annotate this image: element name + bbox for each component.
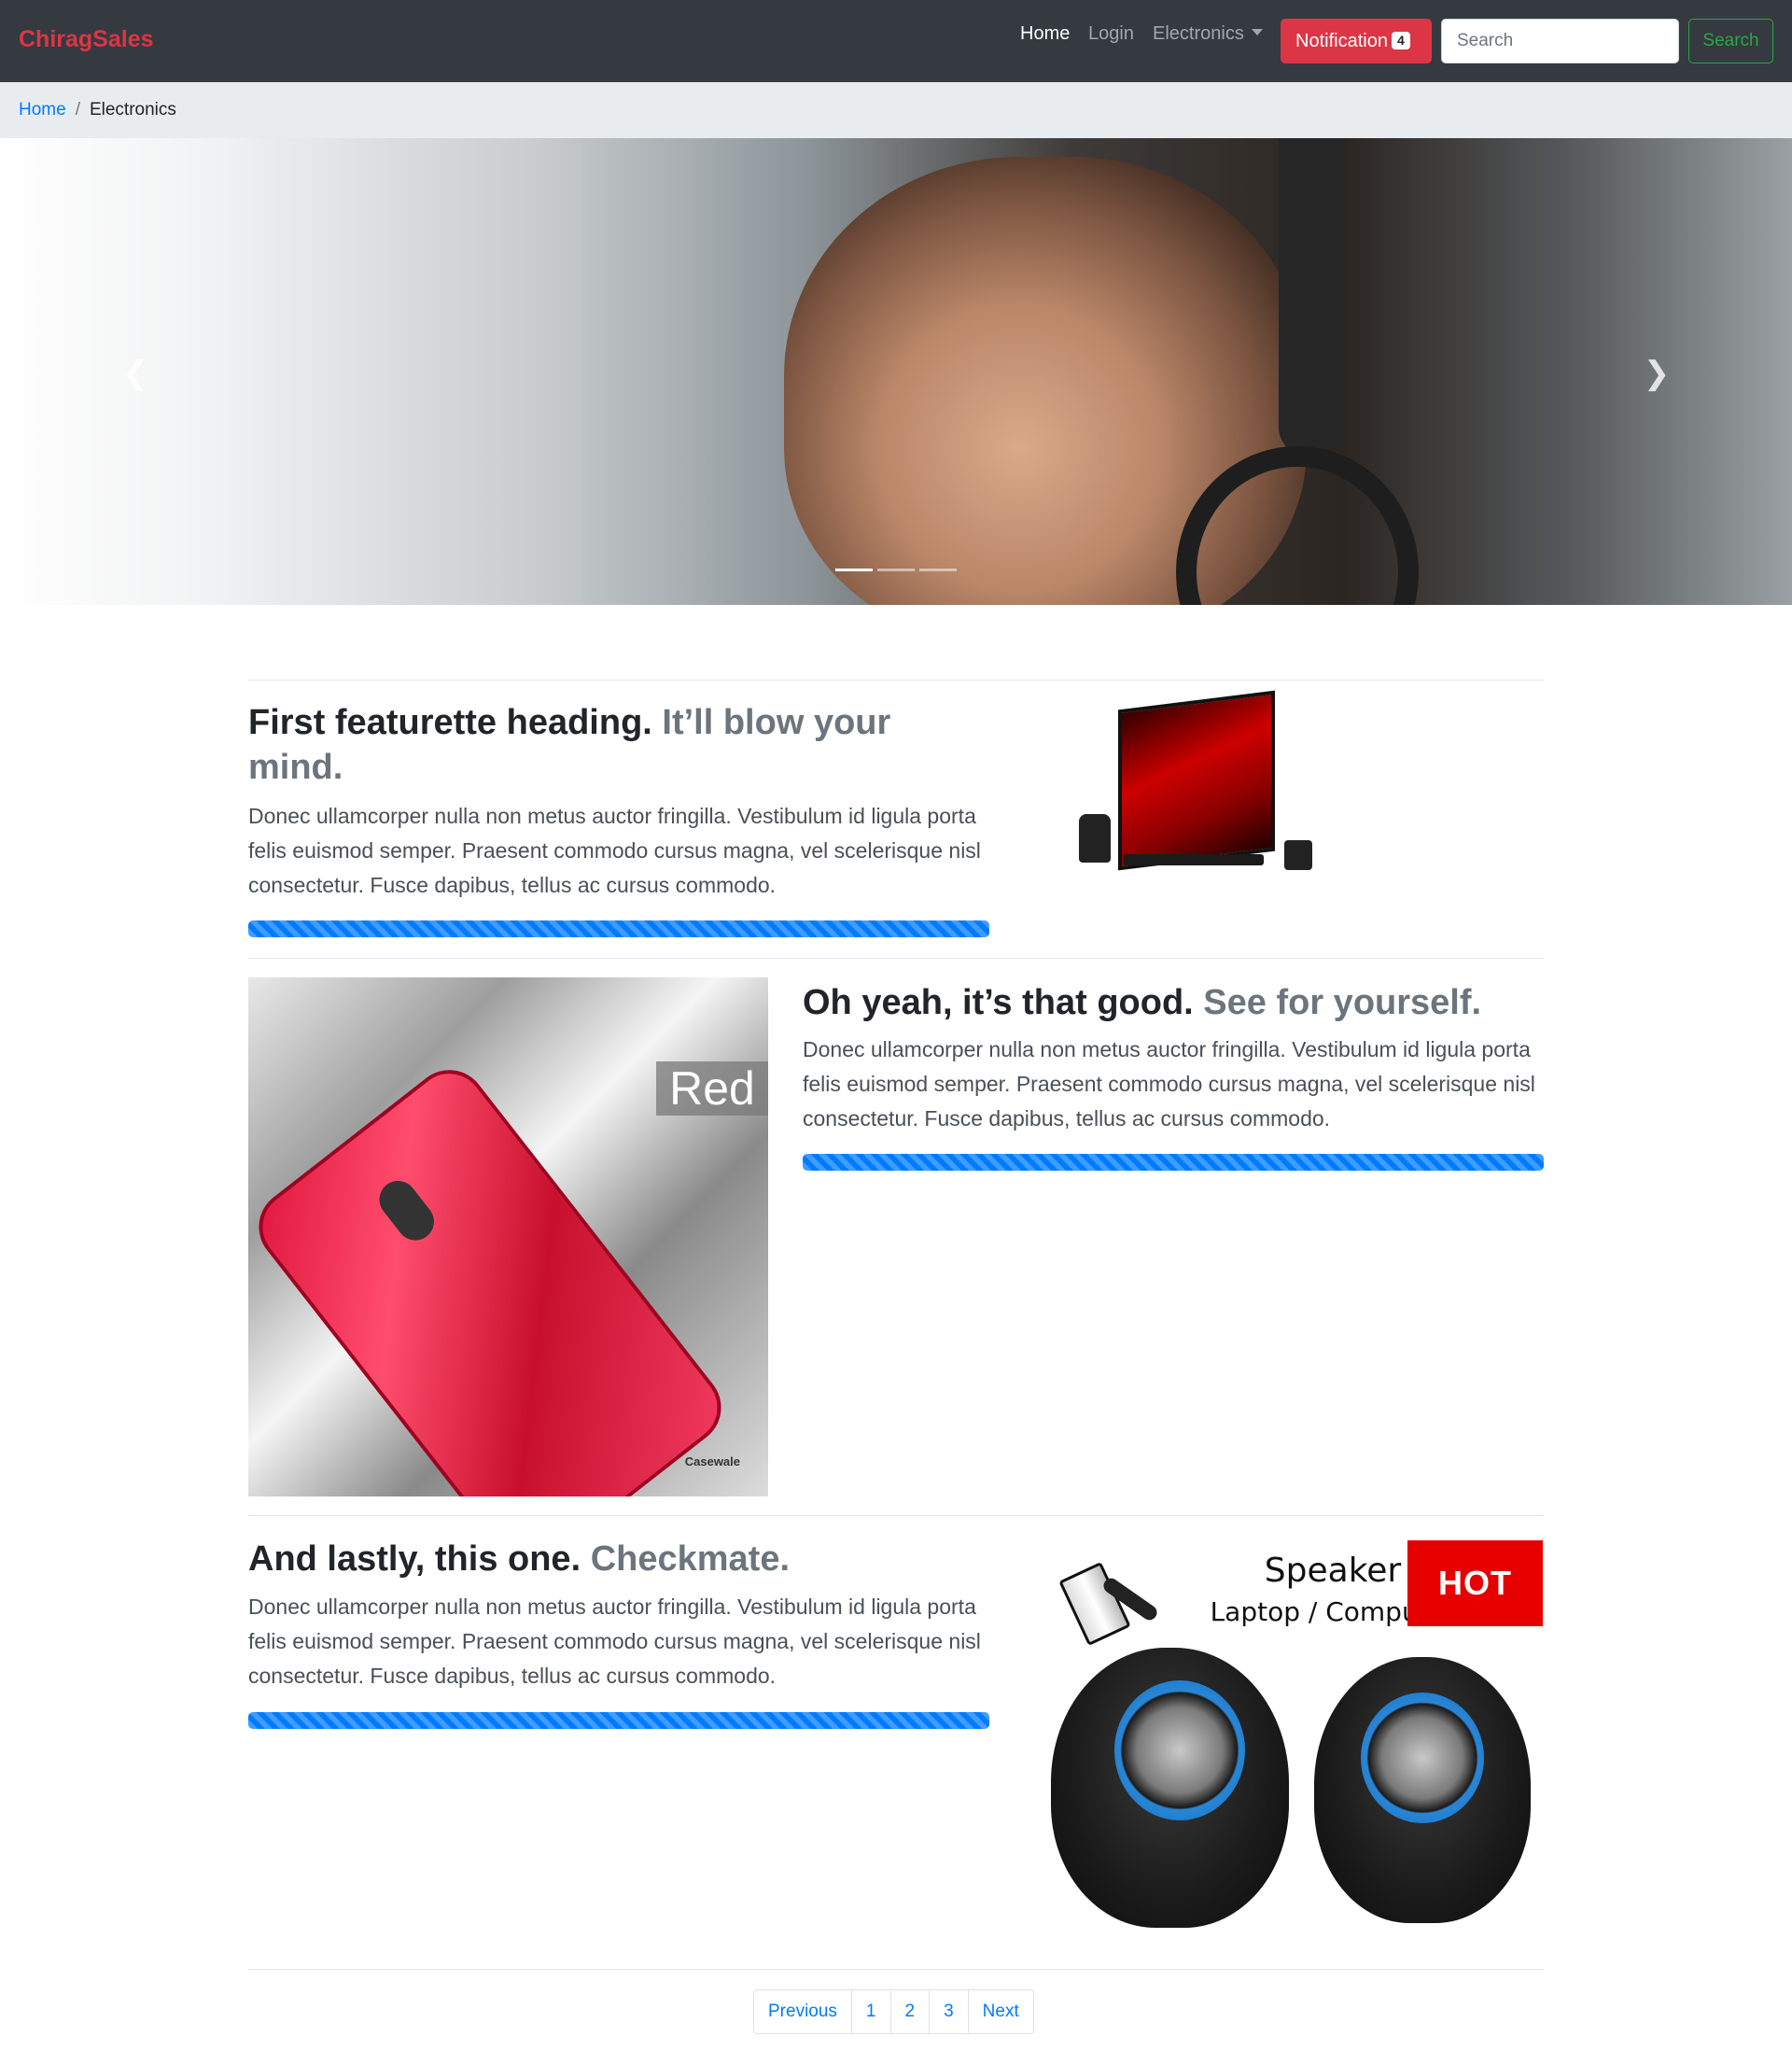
featurette-2-heading-muted: See for yourself. bbox=[1203, 983, 1482, 1022]
phone-case-product-image: Red Casewale bbox=[248, 977, 768, 1496]
pagination-page-1[interactable]: 1 bbox=[850, 1990, 890, 2033]
tv-product-image bbox=[1060, 690, 1331, 878]
featurette-3-progress-bar bbox=[248, 1712, 989, 1729]
hot-badge: HOT bbox=[1407, 1540, 1543, 1626]
hero-carousel: ❮ ❯ bbox=[0, 138, 1792, 605]
nav-home-link[interactable]: Home bbox=[1020, 23, 1070, 45]
featurette-divider bbox=[248, 958, 1544, 959]
featurette-1-heading-main: First featurette heading. bbox=[248, 703, 652, 742]
featurette-divider bbox=[248, 1969, 1544, 1970]
nav-login-link[interactable]: Login bbox=[1088, 23, 1134, 45]
search-button[interactable]: Search bbox=[1688, 19, 1773, 63]
notification-label: Notification bbox=[1295, 31, 1388, 51]
featurette-1-heading: First featurette heading. It’ll blow you… bbox=[248, 700, 976, 790]
breadcrumb: Home / Electronics bbox=[0, 82, 1792, 138]
featurette-divider bbox=[248, 1515, 1544, 1516]
notification-button[interactable]: Notification 4 bbox=[1281, 19, 1432, 63]
phone-image-label: Red bbox=[656, 1061, 768, 1116]
carousel-indicator-3[interactable] bbox=[919, 569, 957, 571]
navbar: ChiragSales Home Login Electronics Notif… bbox=[0, 0, 1792, 82]
notification-count-badge: 4 bbox=[1391, 32, 1410, 50]
carousel-indicator-1[interactable] bbox=[835, 569, 873, 571]
featurette-1-text: Donec ullamcorper nulla non metus auctor… bbox=[248, 804, 981, 897]
speaker-product-image: Speaker Laptop / Computer HOT bbox=[1034, 1531, 1544, 1932]
pagination-page-3[interactable]: 3 bbox=[929, 1990, 968, 2033]
featurette-1-progress-bar bbox=[248, 920, 989, 937]
carousel-indicators bbox=[835, 569, 957, 571]
featurette-3-heading: And lastly, this one. Checkmate. bbox=[248, 1537, 995, 1581]
breadcrumb-active: Electronics bbox=[89, 100, 176, 119]
featurette-2-heading: Oh yeah, it’s that good. See for yoursel… bbox=[803, 980, 1549, 1025]
phone-image-brand: Casewale bbox=[684, 1454, 740, 1468]
featurette-2-text: Donec ullamcorper nulla non metus auctor… bbox=[803, 1037, 1535, 1131]
pagination-previous[interactable]: Previous bbox=[754, 1990, 851, 2033]
breadcrumb-home-link[interactable]: Home bbox=[19, 100, 66, 119]
featurette-3-text: Donec ullamcorper nulla non metus auctor… bbox=[248, 1594, 981, 1688]
pagination: Previous 1 2 3 Next bbox=[753, 1989, 1034, 2034]
featurette-3-heading-main: And lastly, this one. bbox=[248, 1539, 581, 1579]
nav-electronics-dropdown[interactable]: Electronics bbox=[1153, 23, 1263, 45]
speaker-image-title: Speaker bbox=[1264, 1552, 1402, 1590]
search-input[interactable] bbox=[1441, 19, 1679, 63]
nav-electronics-label: Electronics bbox=[1153, 23, 1244, 44]
carousel-next-icon[interactable]: ❯ bbox=[1641, 358, 1673, 389]
pagination-page-2[interactable]: 2 bbox=[889, 1990, 930, 2033]
chevron-down-icon bbox=[1251, 29, 1263, 36]
featurette-divider bbox=[248, 680, 1544, 681]
carousel-prev-icon[interactable]: ❮ bbox=[119, 358, 151, 389]
pagination-next[interactable]: Next bbox=[967, 1990, 1033, 2033]
featurette-3-heading-muted: Checkmate. bbox=[590, 1539, 791, 1579]
breadcrumb-separator: / bbox=[75, 100, 80, 119]
usb-cable-graphic bbox=[1034, 1531, 1165, 1647]
carousel-indicator-2[interactable] bbox=[877, 569, 915, 571]
featurette-2-progress-bar bbox=[803, 1154, 1544, 1171]
brand-logo[interactable]: ChiragSales bbox=[19, 26, 154, 53]
featurette-2-heading-main: Oh yeah, it’s that good. bbox=[803, 983, 1194, 1022]
